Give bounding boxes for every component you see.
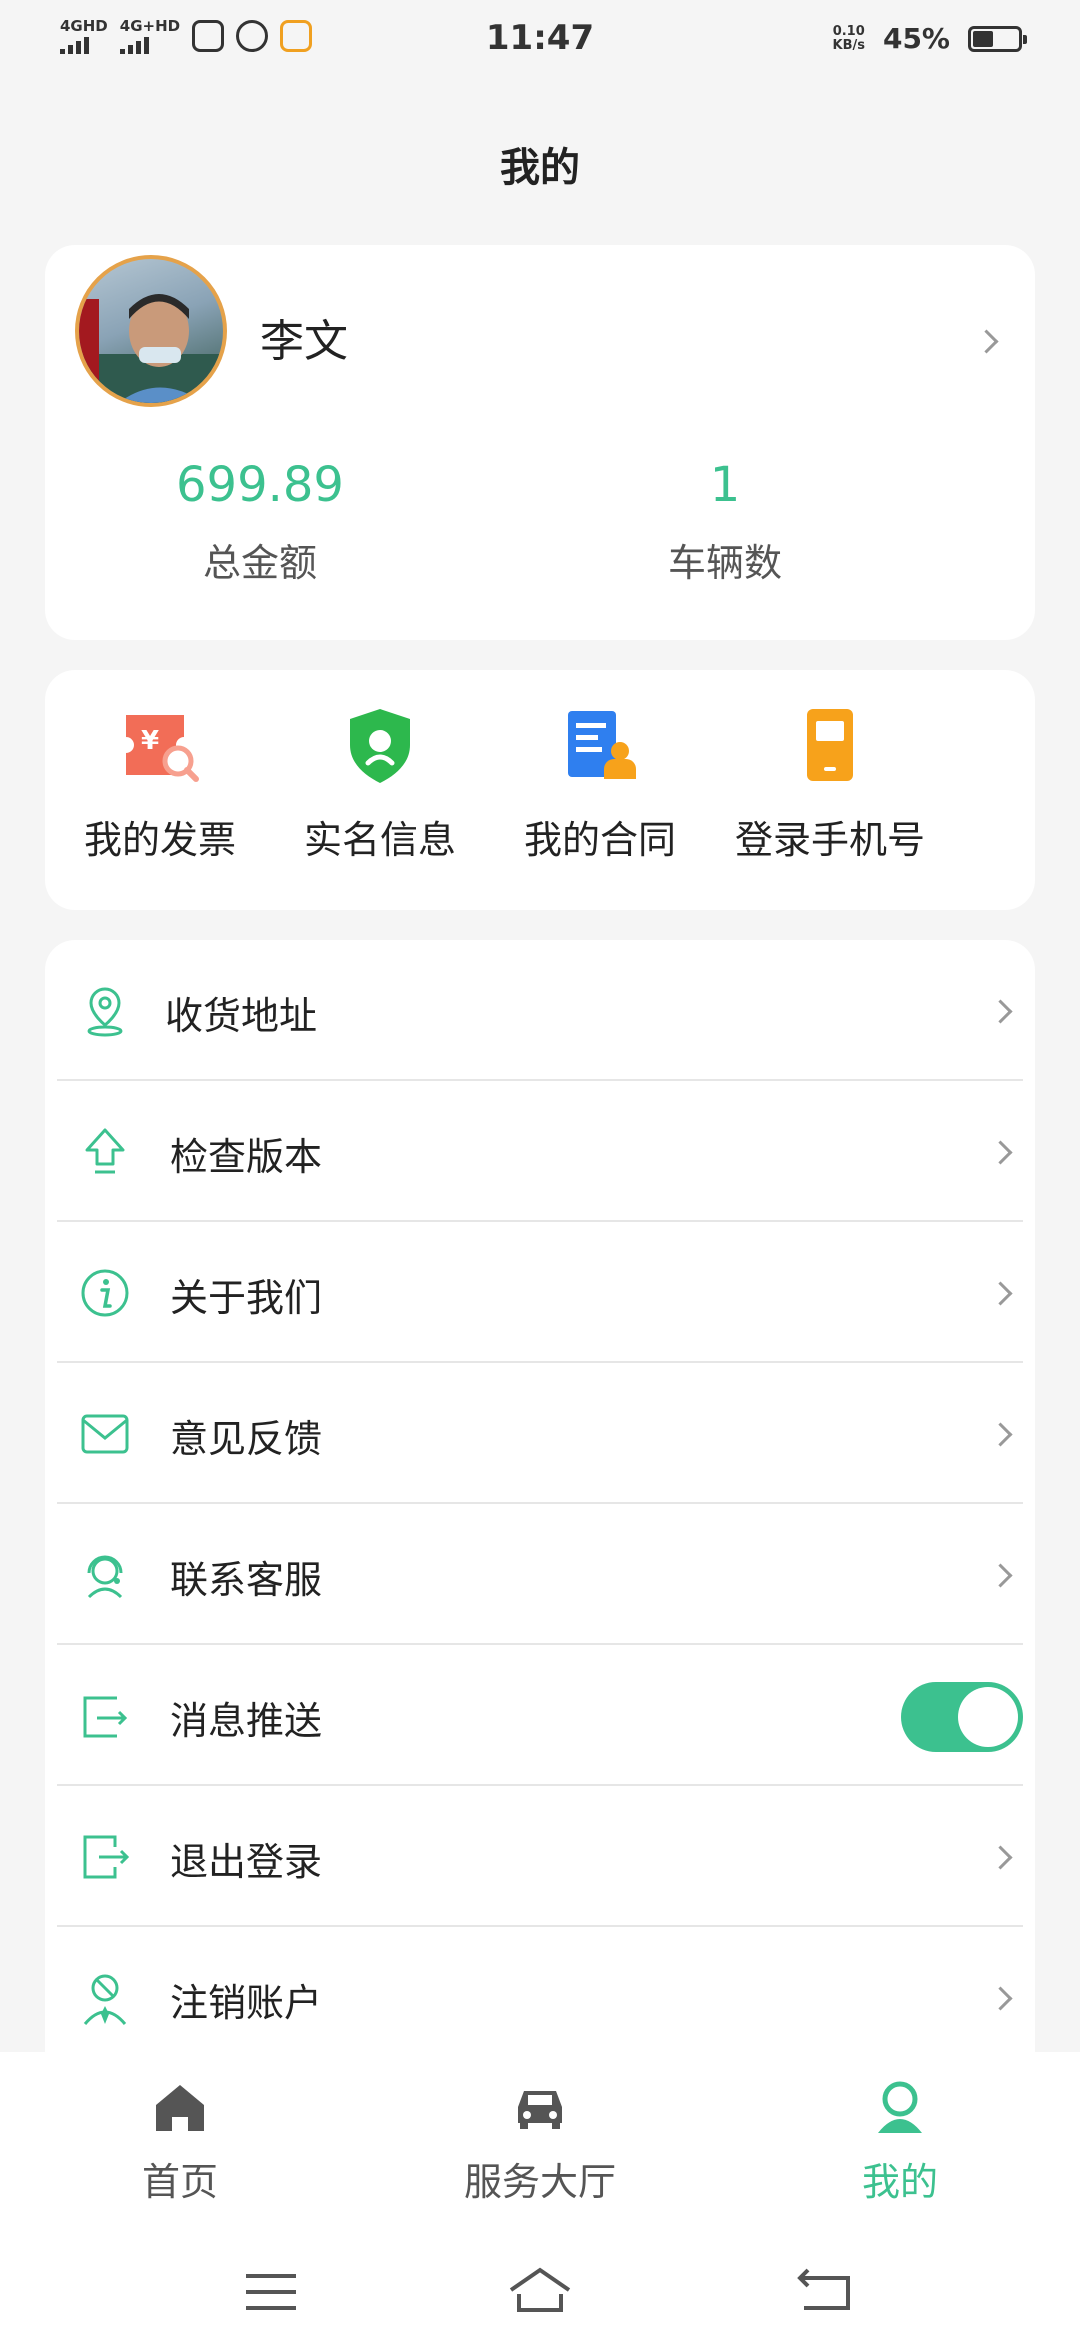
push-message-icon [83,1696,128,1738]
menu-item-delete-account[interactable]: 注销账户 [45,1927,1035,2068]
menu-label: 联系客服 [170,1558,323,1602]
menu-label: 消息推送 [170,1699,323,1743]
svg-text:¥: ¥ [141,726,159,756]
settings-menu: 收货地址 检查版本 关于我们 意见反馈 联系客服 消息推送 退出登录 注销账户 [45,940,1035,2060]
toggle-knob [958,1687,1018,1747]
shortcut-identity[interactable]: 实名信息 [265,705,495,864]
phone-icon [807,709,853,781]
tab-home[interactable]: 首页 [60,2077,300,2206]
battery-fill [973,30,993,47]
upload-arrow-icon [85,1128,125,1174]
chevron-right-icon [988,1986,1013,2011]
menu-icon[interactable] [236,2262,306,2322]
avatar-photo [79,294,223,403]
stat-label: 车辆数 [667,541,782,585]
home-nav-icon[interactable] [505,2262,575,2322]
menu-item-contact-support[interactable]: 联系客服 [45,1504,1035,1645]
tab-mine[interactable]: 我的 [780,2077,1020,2206]
stat-value: 699.89 [176,457,344,513]
shortcut-invoice[interactable]: ¥ 我的发票 [45,705,275,864]
customer-service-icon [87,1555,123,1599]
push-toggle[interactable] [901,1682,1023,1752]
shortcut-label: 登录手机号 [734,818,925,862]
user-name: 李文 [260,316,348,367]
shortcut-label: 实名信息 [303,818,456,862]
shortcut-label: 我的发票 [83,818,236,862]
menu-label: 检查版本 [170,1135,323,1179]
car-icon [518,2091,562,2129]
profile-card[interactable]: 李文 699.89 总金额 1 车辆数 [45,245,1035,640]
menu-label: 意见反馈 [170,1417,323,1461]
location-pin-icon [87,987,123,1037]
chevron-right-icon [988,1845,1013,1870]
status-icons-right: 0.10 KB/s 45% [832,22,1027,55]
shortcut-login-phone[interactable]: 登录手机号 [695,705,965,864]
invoice-icon: ¥ [126,715,199,782]
back-icon[interactable] [790,2262,860,2322]
system-nav-bar [0,2242,1080,2340]
tab-label: 我的 [861,2160,938,2204]
network-speed: 0.10 KB/s [832,23,865,53]
network-speed-value: 0.10 [832,23,865,39]
page-title: 我的 [500,145,580,191]
menu-item-check-version[interactable]: 检查版本 [45,1081,1035,1222]
battery-percent: 45% [882,22,950,55]
home-icon [156,2085,204,2131]
user-icon [878,2081,922,2133]
stat-vehicle-count[interactable]: 1 车辆数 [535,450,915,587]
menu-item-logout[interactable]: 退出登录 [45,1786,1035,1927]
chevron-right-icon [988,1140,1013,1165]
cancel-account-icon [83,1974,127,2025]
chevron-right-icon [988,1563,1013,1588]
status-bar: 4GHD 4G+HD 11:47 0.10 KB/s 45% [0,0,1080,80]
menu-item-feedback[interactable]: 意见反馈 [45,1363,1035,1504]
chevron-right-icon [988,1281,1013,1306]
menu-item-about-us[interactable]: 关于我们 [45,1222,1035,1363]
mail-icon [81,1414,129,1454]
contract-icon [568,711,636,779]
chevron-right-icon [988,1422,1013,1447]
menu-item-push-notifications: 消息推送 [45,1645,1035,1786]
stat-value: 1 [709,457,741,513]
menu-item-shipping-address[interactable]: 收货地址 [45,940,1035,1081]
stat-label: 总金额 [202,541,317,585]
chevron-right-icon [988,999,1013,1024]
tab-label: 服务大厅 [463,2160,616,2204]
avatar[interactable] [75,255,227,407]
tab-label: 首页 [141,2160,218,2204]
menu-label: 退出登录 [170,1840,323,1884]
bottom-tab-bar: 首页 服务大厅 我的 [0,2052,1080,2242]
info-icon [81,1269,129,1317]
shortcuts-card: ¥ 我的发票 实名信息 我的合同 登录手机号 [45,670,1035,910]
tab-service-hall[interactable]: 服务大厅 [420,2077,660,2206]
shortcut-label: 我的合同 [523,818,676,862]
stat-total-amount[interactable]: 699.89 总金额 [70,450,450,587]
menu-label: 收货地址 [165,994,318,1038]
logout-icon [83,1835,130,1879]
battery-icon [968,25,1027,52]
shortcut-contract[interactable]: 我的合同 [485,705,715,864]
menu-label: 关于我们 [170,1276,323,1320]
chevron-right-icon [974,329,999,354]
menu-label: 注销账户 [170,1981,323,2025]
network-speed-unit: KB/s [832,37,865,53]
shield-icon [350,709,410,783]
